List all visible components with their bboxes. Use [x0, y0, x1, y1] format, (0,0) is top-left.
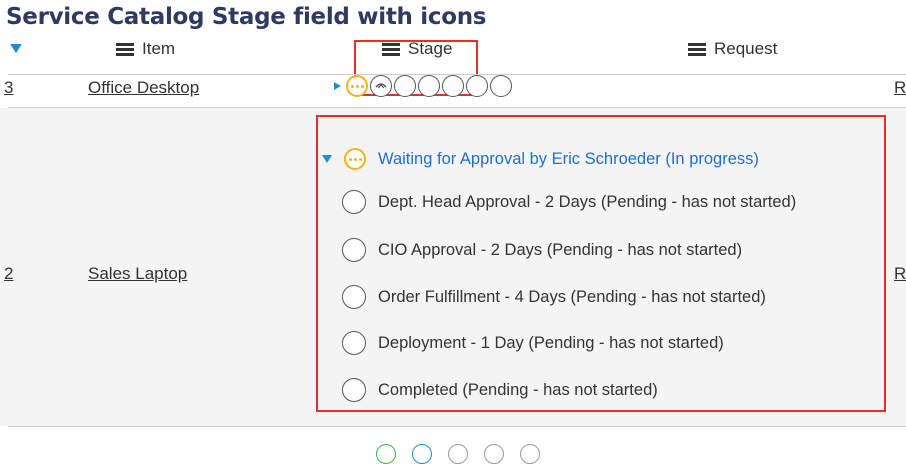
request-link[interactable]: R: [894, 264, 906, 284]
column-header-item-label: Item: [142, 39, 176, 58]
pending-stage-icon: [484, 444, 504, 464]
row-number[interactable]: 3: [4, 78, 13, 98]
page-title: Service Catalog Stage field with icons: [6, 4, 487, 30]
item-link-sales-laptop[interactable]: Sales Laptop: [88, 264, 187, 284]
column-header-item[interactable]: Item: [116, 39, 175, 59]
stage-icon: [412, 444, 432, 464]
sort-descending-icon[interactable]: [10, 44, 22, 53]
approval-icon: [370, 75, 392, 97]
row-number[interactable]: 2: [4, 264, 13, 284]
pending-stage-icon: [448, 444, 468, 464]
stage-list-highlight: [316, 115, 886, 412]
completed-stage-icon: [376, 444, 396, 464]
waiting-approval-icon: [346, 75, 368, 97]
request-link[interactable]: R: [894, 78, 906, 98]
stage-icons-summary[interactable]: [376, 444, 540, 464]
pending-stage-icon: [490, 75, 512, 97]
column-menu-icon[interactable]: [688, 42, 706, 56]
row-divider: [8, 426, 906, 427]
column-menu-icon[interactable]: [116, 42, 134, 56]
pending-stage-icon: [520, 444, 540, 464]
pending-stage-icon: [394, 75, 416, 97]
pending-stage-icon: [442, 75, 464, 97]
column-header-request-label: Request: [714, 39, 778, 58]
collapsed-stage-toggle-icon[interactable]: [334, 82, 341, 90]
pending-stage-icon: [418, 75, 440, 97]
pending-stage-icon: [466, 75, 488, 97]
item-link-office-desktop[interactable]: Office Desktop: [88, 78, 199, 98]
column-header-request[interactable]: Request: [688, 39, 777, 59]
stage-icons-summary[interactable]: [346, 75, 514, 97]
